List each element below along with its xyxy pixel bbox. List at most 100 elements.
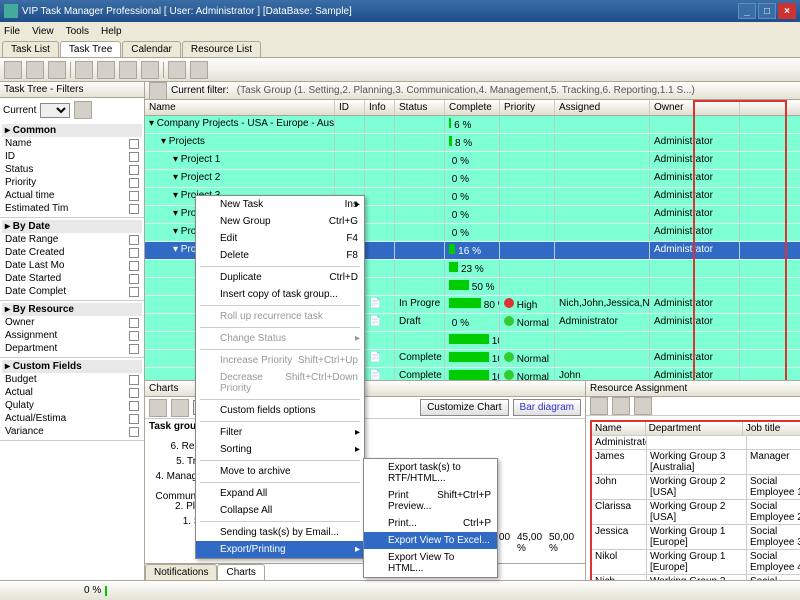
- menu-file[interactable]: File: [4, 26, 20, 37]
- customize-chart-button[interactable]: Customize Chart: [420, 399, 508, 416]
- col-Complete[interactable]: Complete: [445, 100, 500, 115]
- tool-1[interactable]: [4, 61, 22, 79]
- col-Owner[interactable]: Owner: [650, 100, 740, 115]
- ra-row[interactable]: ClarissaWorking Group 2 [USA]Social Empl…: [592, 500, 800, 525]
- ra-row[interactable]: JamesWorking Group 3 [Australia]Manager: [592, 450, 800, 475]
- ctx-New Group[interactable]: New GroupCtrl+G: [196, 213, 364, 230]
- menu-view[interactable]: View: [32, 26, 54, 37]
- export-submenu[interactable]: Export task(s) to RTF/HTML...Print Previ…: [363, 458, 498, 578]
- ctx-Move to archive[interactable]: Move to archive: [196, 463, 364, 480]
- task-row[interactable]: ▾ Company Projects - USA - Europe - Aust…: [145, 116, 800, 134]
- ra-row[interactable]: Administrator: [592, 436, 800, 450]
- filter-Actual time[interactable]: Actual time: [2, 189, 142, 202]
- filter-ID[interactable]: ID: [2, 150, 142, 163]
- ctx-Roll up recurrence task: Roll up recurrence task: [196, 308, 364, 325]
- ra-row[interactable]: JessicaWorking Group 1 [Europe]Social Em…: [592, 525, 800, 550]
- filter-Status[interactable]: Status: [2, 163, 142, 176]
- maintab-1[interactable]: Task Tree: [60, 41, 121, 57]
- tool-9[interactable]: [190, 61, 208, 79]
- ra-row[interactable]: NikolWorking Group 1 [Europe]Social Empl…: [592, 550, 800, 575]
- menu-tools[interactable]: Tools: [66, 26, 89, 37]
- tool-4[interactable]: [75, 61, 93, 79]
- col-ID[interactable]: ID: [335, 100, 365, 115]
- filter-Name[interactable]: Name: [2, 137, 142, 150]
- ctx-Custom fields options[interactable]: Custom fields options: [196, 402, 364, 419]
- close-button[interactable]: ×: [778, 3, 796, 19]
- tool-5[interactable]: [97, 61, 115, 79]
- col-Priority[interactable]: Priority: [500, 100, 555, 115]
- sub-Export task(s) to RTF/HTML...[interactable]: Export task(s) to RTF/HTML...: [364, 459, 497, 487]
- ctx-New Task[interactable]: New TaskIns▸: [196, 196, 364, 213]
- menu-help[interactable]: Help: [101, 26, 122, 37]
- ra-t2[interactable]: [612, 397, 630, 415]
- ctx-Filter[interactable]: Filter▸: [196, 424, 364, 441]
- group-Custom Fields[interactable]: ▸ Custom Fields: [2, 360, 142, 373]
- filter-apply-icon[interactable]: [74, 101, 92, 119]
- filter-Date Last Mo[interactable]: Date Last Mo: [2, 259, 142, 272]
- ra-t1[interactable]: [590, 397, 608, 415]
- ra-col-Job title[interactable]: Job title: [743, 422, 800, 436]
- ctx-Edit[interactable]: EditF4: [196, 230, 364, 247]
- group-By Resource[interactable]: ▸ By Resource: [2, 303, 142, 316]
- filter-Actual/Estima[interactable]: Actual/Estima: [2, 412, 142, 425]
- maintab-2[interactable]: Calendar: [122, 41, 181, 57]
- filter-Priority[interactable]: Priority: [2, 176, 142, 189]
- sub-Export View To HTML...[interactable]: Export View To HTML...: [364, 549, 497, 577]
- task-row[interactable]: ▾ Project 2 0 %Administrator: [145, 170, 800, 188]
- filter-Budget[interactable]: Budget: [2, 373, 142, 386]
- filter-Actual[interactable]: Actual: [2, 386, 142, 399]
- sub-Print...[interactable]: Print...Ctrl+P: [364, 515, 497, 532]
- col-Info[interactable]: Info: [365, 100, 395, 115]
- ra-row[interactable]: JohnWorking Group 2 [USA]Social Employee…: [592, 475, 800, 500]
- col-Status[interactable]: Status: [395, 100, 445, 115]
- ra-col-Name[interactable]: Name: [592, 422, 646, 436]
- filter-Estimated Tim[interactable]: Estimated Tim: [2, 202, 142, 215]
- filter-icon[interactable]: [149, 82, 167, 100]
- ra-col-Department[interactable]: Department: [646, 422, 743, 436]
- tool-6[interactable]: [119, 61, 137, 79]
- group-By Date[interactable]: ▸ By Date: [2, 220, 142, 233]
- filter-Date Complet[interactable]: Date Complet: [2, 285, 142, 298]
- ra-row[interactable]: NichWorking Group 3 [Australia]Social Em…: [592, 575, 800, 580]
- minimize-button[interactable]: _: [738, 3, 756, 19]
- current-select[interactable]: [40, 103, 70, 118]
- filter-Department[interactable]: Department: [2, 342, 142, 355]
- maintab-3[interactable]: Resource List: [182, 41, 261, 57]
- tab-notifications[interactable]: Notifications: [145, 564, 217, 580]
- tool-8[interactable]: [168, 61, 186, 79]
- ctx-Export/Printing[interactable]: Export/Printing▸: [196, 541, 364, 558]
- filter-Owner[interactable]: Owner: [2, 316, 142, 329]
- filter-Date Started[interactable]: Date Started: [2, 272, 142, 285]
- col-Assigned[interactable]: Assigned: [555, 100, 650, 115]
- filter-Date Created[interactable]: Date Created: [2, 246, 142, 259]
- group-Common[interactable]: ▸ Common: [2, 124, 142, 137]
- ctx-Sending task(s) by Email...[interactable]: Sending task(s) by Email...: [196, 524, 364, 541]
- context-menu[interactable]: New TaskIns▸New GroupCtrl+GEditF4DeleteF…: [195, 195, 365, 559]
- task-row[interactable]: ▾ Projects 8 %Administrator: [145, 134, 800, 152]
- col-Name[interactable]: Name: [145, 100, 335, 115]
- task-row[interactable]: ▾ Project 1 0 %Administrator: [145, 152, 800, 170]
- tool-7[interactable]: [141, 61, 159, 79]
- ctx-Duplicate[interactable]: DuplicateCtrl+D: [196, 269, 364, 286]
- maintab-0[interactable]: Task List: [2, 41, 59, 57]
- tool-3[interactable]: [48, 61, 66, 79]
- filter-Qulaty[interactable]: Qulaty: [2, 399, 142, 412]
- ctx-Sorting[interactable]: Sorting▸: [196, 441, 364, 458]
- filter-Assignment[interactable]: Assignment: [2, 329, 142, 342]
- ra-t3[interactable]: [634, 397, 652, 415]
- filter-text: (Task Group (1. Setting,2. Planning,3. C…: [237, 85, 695, 96]
- ctx-Delete[interactable]: DeleteF8: [196, 247, 364, 264]
- sub-Print Preview...[interactable]: Print Preview...Shift+Ctrl+P: [364, 487, 497, 515]
- tool-2[interactable]: [26, 61, 44, 79]
- chart-t1[interactable]: [149, 399, 167, 417]
- filter-Date Range[interactable]: Date Range: [2, 233, 142, 246]
- sub-Export View To Excel...[interactable]: Export View To Excel...: [364, 532, 497, 549]
- chart-t2[interactable]: [171, 399, 189, 417]
- ctx-Insert copy of task group...[interactable]: Insert copy of task group...: [196, 286, 364, 303]
- ctx-Collapse All[interactable]: Collapse All: [196, 502, 364, 519]
- tab-charts[interactable]: Charts: [217, 564, 264, 580]
- ctx-Expand All[interactable]: Expand All: [196, 485, 364, 502]
- bar-diagram-button[interactable]: Bar diagram: [513, 399, 581, 416]
- filter-Variance[interactable]: Variance: [2, 425, 142, 438]
- maximize-button[interactable]: □: [758, 3, 776, 19]
